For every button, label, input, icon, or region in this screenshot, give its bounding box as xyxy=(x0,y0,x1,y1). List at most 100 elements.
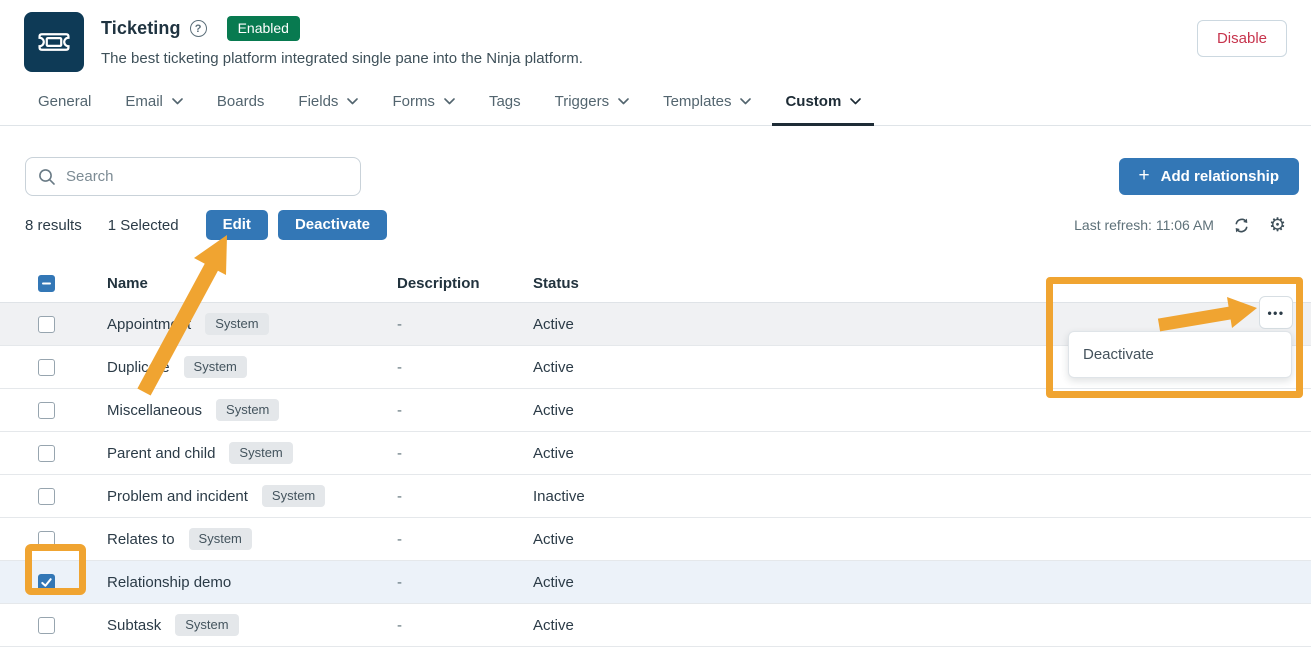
table-row-parent-and-child[interactable]: Parent and childSystem-Active xyxy=(0,432,1311,475)
search-box[interactable] xyxy=(25,157,361,196)
row-status: Active xyxy=(533,316,1311,333)
table-row-subtask[interactable]: SubtaskSystem-Active xyxy=(0,604,1311,647)
gear-icon[interactable]: ⚙ xyxy=(1269,216,1286,235)
row-description: - xyxy=(397,316,533,333)
row-actions-menu-button[interactable]: ••• xyxy=(1259,296,1293,329)
enabled-status-badge: Enabled xyxy=(227,16,300,41)
select-all-checkbox[interactable] xyxy=(38,275,55,292)
column-header-name[interactable]: Name xyxy=(107,275,397,292)
refresh-icon[interactable] xyxy=(1233,217,1250,234)
row-checkbox[interactable] xyxy=(38,617,55,634)
row-description: - xyxy=(397,402,533,419)
row-checkbox[interactable] xyxy=(38,316,55,333)
system-badge: System xyxy=(189,528,252,550)
system-badge: System xyxy=(205,313,268,335)
system-badge: System xyxy=(262,485,325,507)
row-checkbox[interactable] xyxy=(38,488,55,505)
ticketing-app-icon xyxy=(24,12,84,72)
system-badge: System xyxy=(175,614,238,636)
edit-button[interactable]: Edit xyxy=(206,210,268,240)
tab-forms[interactable]: Forms xyxy=(379,93,468,126)
row-actions-dropdown[interactable]: Deactivate xyxy=(1068,331,1292,378)
row-name-cell: Relationship demo xyxy=(107,574,397,591)
row-status: Active xyxy=(533,617,1311,634)
toolbar: + Add relationship xyxy=(0,157,1311,196)
tab-label: Templates xyxy=(663,93,731,110)
row-name-cell: Relates to System xyxy=(107,528,397,550)
row-description: - xyxy=(397,445,533,462)
tab-label: Forms xyxy=(392,93,435,110)
selected-count: 1 Selected xyxy=(108,217,179,234)
row-name: Miscellaneous xyxy=(107,402,202,419)
tab-label: General xyxy=(38,93,91,110)
row-name-cell: Miscellaneous System xyxy=(107,399,397,421)
table-row-miscellaneous[interactable]: Miscellaneous System -Active xyxy=(0,389,1311,432)
table-row-relates-to[interactable]: Relates to System -Active xyxy=(0,518,1311,561)
column-header-status[interactable]: Status xyxy=(533,275,1311,292)
deactivate-button[interactable]: Deactivate xyxy=(278,210,387,240)
chevron-down-icon xyxy=(444,98,455,105)
row-name: Appointment xyxy=(107,316,191,333)
row-description: - xyxy=(397,488,533,505)
tab-custom[interactable]: Custom xyxy=(772,93,874,126)
page-title: Ticketing xyxy=(101,18,181,39)
table-row-relationship-demo[interactable]: Relationship demo -Active xyxy=(0,561,1311,604)
system-badge: System xyxy=(229,442,292,464)
app-header: Ticketing ? Enabled The best ticketing p… xyxy=(0,0,1311,72)
column-header-description[interactable]: Description xyxy=(397,275,533,292)
chevron-down-icon xyxy=(850,98,861,105)
plus-icon: + xyxy=(1139,166,1150,185)
row-checkbox-checked[interactable] xyxy=(38,574,55,591)
relationships-table: Name Description Status Appointment Syste… xyxy=(0,265,1311,647)
row-name: Parent and child xyxy=(107,445,215,462)
tab-label: Boards xyxy=(217,93,265,110)
app-description: The best ticketing platform integrated s… xyxy=(101,50,583,67)
disable-button[interactable]: Disable xyxy=(1197,20,1287,57)
row-checkbox[interactable] xyxy=(38,359,55,376)
row-status: Active xyxy=(533,531,1311,548)
chevron-down-icon xyxy=(740,98,751,105)
tab-templates[interactable]: Templates xyxy=(650,93,764,126)
chevron-down-icon xyxy=(172,98,183,105)
row-name-cell: Subtask System xyxy=(107,614,397,636)
row-description: - xyxy=(397,574,533,591)
row-name-cell: Appointment System xyxy=(107,313,397,335)
table-row-problem-and-incident[interactable]: Problem and incidentSystem-Inactive xyxy=(0,475,1311,518)
row-checkbox[interactable] xyxy=(38,402,55,419)
row-name-cell: Problem and incidentSystem xyxy=(107,485,397,507)
row-name: Duplicate xyxy=(107,359,170,376)
row-name: Relationship demo xyxy=(107,574,231,591)
search-input[interactable] xyxy=(66,168,348,185)
row-checkbox[interactable] xyxy=(38,531,55,548)
row-status: Active xyxy=(533,574,1311,591)
table-header-row: Name Description Status xyxy=(0,265,1311,303)
ticket-icon xyxy=(34,26,74,58)
tab-label: Fields xyxy=(298,93,338,110)
tab-general[interactable]: General xyxy=(25,93,104,126)
help-icon[interactable]: ? xyxy=(190,20,207,37)
chevron-down-icon xyxy=(347,98,358,105)
row-checkbox[interactable] xyxy=(38,445,55,462)
tab-email[interactable]: Email xyxy=(112,93,196,126)
results-count: 8 results xyxy=(25,217,82,234)
tab-label: Triggers xyxy=(555,93,609,110)
tab-triggers[interactable]: Triggers xyxy=(542,93,642,126)
tab-label: Email xyxy=(125,93,163,110)
row-name-cell: Parent and child System xyxy=(107,442,397,464)
row-description: - xyxy=(397,359,533,376)
row-description: - xyxy=(397,531,533,548)
results-bar: 8 results 1 Selected Edit Deactivate Las… xyxy=(0,196,1311,252)
tab-boards[interactable]: Boards xyxy=(204,93,278,126)
indeterminate-icon xyxy=(41,278,52,289)
row-status: Active xyxy=(533,402,1311,419)
system-badge: System xyxy=(216,399,279,421)
tab-fields[interactable]: Fields xyxy=(285,93,371,126)
system-badge: System xyxy=(184,356,247,378)
row-name: Relates to xyxy=(107,531,175,548)
dropdown-item-deactivate[interactable]: Deactivate xyxy=(1083,346,1154,363)
row-name: Subtask xyxy=(107,617,161,634)
tab-bar: General Email Boards Fields Forms Tags Trigger… xyxy=(0,93,1311,126)
chevron-down-icon xyxy=(618,98,629,105)
tab-tags[interactable]: Tags xyxy=(476,93,534,126)
add-relationship-button[interactable]: + Add relationship xyxy=(1119,158,1299,195)
